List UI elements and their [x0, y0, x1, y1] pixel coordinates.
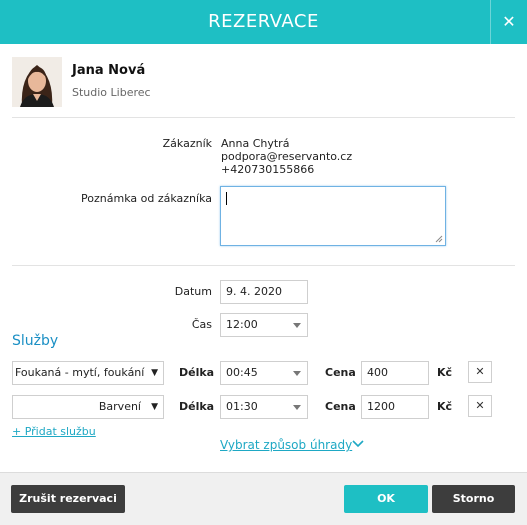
currency-label: Kč — [437, 366, 453, 379]
remove-service-button[interactable]: ✕ — [468, 361, 492, 383]
note-label: Poznámka od zákazníka — [81, 192, 212, 205]
duration-value: 00:45 — [226, 366, 258, 379]
price-label: Cena — [325, 366, 356, 379]
divider — [12, 265, 515, 266]
customer-name: Anna Chytrá — [221, 137, 290, 150]
resize-grip-icon[interactable] — [435, 235, 443, 243]
caret-down-icon: ▼ — [151, 402, 158, 412]
currency-label: Kč — [437, 400, 453, 413]
dialog-header: REZERVACE ✕ — [0, 0, 527, 44]
dialog-footer: Zrušit rezervaci OK Storno — [0, 472, 527, 525]
add-service-link[interactable]: + Přidat službu — [12, 425, 96, 438]
date-input[interactable]: 9. 4. 2020 — [220, 280, 308, 304]
dialog-title: REZERVACE — [208, 11, 319, 32]
payment-method-link[interactable]: Vybrat způsob úhrady — [220, 438, 352, 452]
employee-studio: Studio Liberec — [72, 86, 151, 99]
price-label: Cena — [325, 400, 356, 413]
ok-button[interactable]: OK — [344, 485, 428, 513]
employee-name: Jana Nová — [72, 63, 146, 78]
service-select[interactable]: Foukaná - mytí, foukání ▼ — [12, 361, 164, 385]
chevron-down-icon — [293, 405, 301, 410]
time-select[interactable]: 12:00 — [220, 313, 308, 337]
chevron-down-icon — [293, 371, 301, 376]
time-value: 12:00 — [226, 318, 258, 331]
customer-email: podpora@reservanto.cz — [221, 150, 353, 163]
services-heading: Služby — [12, 333, 59, 349]
duration-select[interactable]: 00:45 — [220, 361, 308, 385]
duration-label: Délka — [179, 366, 215, 379]
remove-service-button[interactable]: ✕ — [468, 395, 492, 417]
employee-avatar — [12, 57, 62, 107]
service-value: Foukaná - mytí, foukání — [15, 366, 145, 379]
chevron-down-icon[interactable] — [352, 440, 364, 448]
text-caret — [226, 192, 227, 205]
note-textarea[interactable] — [220, 186, 446, 246]
service-select[interactable]: Barvení ▼ — [12, 395, 164, 419]
price-input[interactable]: 400 — [361, 361, 429, 385]
storno-button[interactable]: Storno — [432, 485, 515, 513]
customer-phone: +420730155866 — [221, 163, 315, 176]
customer-label: Zákazník — [162, 137, 212, 150]
date-label: Datum — [174, 285, 212, 298]
duration-value: 01:30 — [226, 400, 258, 413]
duration-select[interactable]: 01:30 — [220, 395, 308, 419]
caret-down-icon: ▼ — [151, 368, 158, 378]
chevron-down-icon — [293, 323, 301, 328]
close-icon[interactable]: ✕ — [490, 0, 527, 44]
service-value: Barvení — [98, 400, 141, 413]
cancel-reservation-button[interactable]: Zrušit rezervaci — [11, 485, 125, 513]
duration-label: Délka — [179, 400, 215, 413]
divider — [12, 117, 515, 118]
price-input[interactable]: 1200 — [361, 395, 429, 419]
time-label: Čas — [191, 318, 212, 331]
